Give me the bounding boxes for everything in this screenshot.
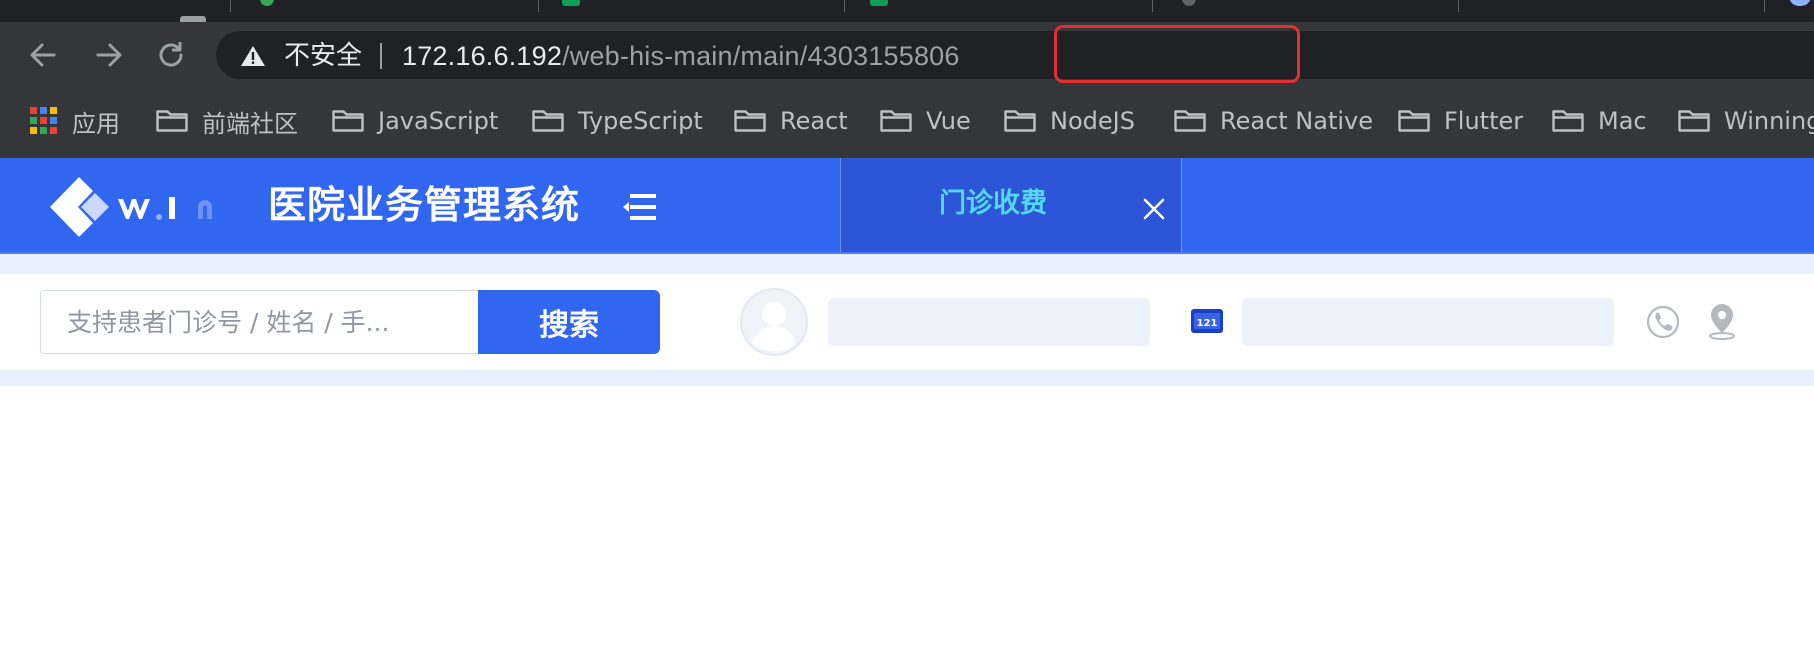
bookmark-folder[interactable]: NodeJS [1004, 105, 1135, 137]
folder-icon [1004, 110, 1036, 132]
tab-separator [1152, 0, 1153, 12]
arrow-right-icon [96, 43, 122, 67]
tab-separator [844, 0, 845, 12]
bookmark-label: JavaScript [378, 107, 499, 135]
bookmark-folder[interactable]: Winning [1678, 105, 1814, 137]
folder-icon [532, 110, 564, 132]
bookmarks-bar: 应用 前端社区 JavaScript TypeScript React Vue … [0, 88, 1814, 158]
folder-icon [1678, 110, 1710, 132]
url-path: /web-his-main/main/ [562, 41, 808, 71]
main-content-area [0, 386, 1814, 672]
search-button[interactable]: 搜索 [478, 290, 660, 354]
bookmark-folder[interactable]: JavaScript [332, 105, 498, 137]
bookmark-label: 前端社区 [202, 109, 298, 138]
bookmark-folder[interactable]: Flutter [1398, 105, 1523, 137]
bookmark-folder[interactable]: Vue [880, 105, 971, 137]
folder-icon [734, 110, 766, 132]
warning-icon[interactable] [240, 45, 266, 67]
location-pin-icon[interactable] [1706, 302, 1738, 340]
patient-card-field [1242, 298, 1614, 346]
bookmark-apps[interactable]: 应用 [30, 105, 120, 138]
tab-separator [538, 0, 539, 12]
bookmark-label: Vue [926, 107, 971, 135]
menu-fold-icon[interactable] [622, 192, 658, 222]
reload-icon [159, 42, 183, 67]
phone-icon[interactable] [1646, 304, 1680, 340]
apps-grid-icon [30, 107, 57, 134]
bookmark-label: NodeJS [1050, 107, 1135, 135]
tab-favicon[interactable] [1790, 0, 1810, 6]
tab-separator [1764, 0, 1765, 12]
tab-favicon[interactable] [562, 0, 580, 6]
tab-outpatient-charge[interactable]: 门诊收费 [840, 158, 1182, 254]
url-text[interactable]: 172.16.6.192/web-his-main/main/430315580… [402, 42, 960, 70]
folder-icon [156, 110, 188, 132]
folder-icon [1174, 110, 1206, 132]
bookmark-label: TypeScript [578, 107, 703, 135]
browser-toolbar: 不安全 172.16.6.192/web-his-main/main/43031… [0, 22, 1814, 88]
address-bar[interactable]: 不安全 172.16.6.192/web-his-main/main/43031… [216, 25, 1814, 83]
tab-separator [230, 0, 231, 12]
url-id-highlight-box [1054, 25, 1300, 83]
bookmark-label: React Native [1220, 107, 1374, 135]
folder-icon [332, 110, 364, 132]
tab-favicon[interactable] [260, 0, 274, 6]
tab-separator [1458, 0, 1459, 12]
win-logo-icon [50, 177, 212, 237]
folder-icon [1552, 110, 1584, 132]
tab-favicon[interactable] [870, 0, 888, 6]
close-icon[interactable] [1143, 198, 1165, 220]
card-icon-text: 121 [1197, 318, 1218, 329]
patient-bar: 搜索 121 [0, 274, 1814, 370]
patient-search-input[interactable] [40, 290, 480, 354]
bookmark-folder[interactable]: React [734, 105, 848, 137]
patient-name-field [828, 298, 1150, 346]
bookmark-label: Flutter [1444, 107, 1524, 135]
security-label[interactable]: 不安全 [284, 42, 362, 70]
bookmark-folder[interactable]: 前端社区 [156, 105, 298, 138]
bookmark-label: Winning [1724, 107, 1814, 135]
url-id: 4303155806 [807, 41, 960, 71]
id-card-icon: 121 [1191, 309, 1223, 333]
bookmark-label: Mac [1598, 107, 1647, 135]
back-button[interactable] [24, 36, 62, 74]
folder-icon [880, 110, 912, 132]
folder-icon [1398, 110, 1430, 132]
app-title: 医院业务管理系统 [268, 183, 581, 227]
reload-button[interactable] [152, 36, 190, 74]
bookmark-folder[interactable]: React Native [1174, 105, 1373, 137]
omnibox-divider [380, 43, 382, 69]
avatar-icon [740, 288, 808, 356]
bookmark-label: React [780, 107, 848, 135]
forward-button[interactable] [90, 36, 128, 74]
tab-label: 门诊收费 [939, 188, 1047, 219]
browser-tab-strip [0, 0, 1814, 22]
bookmark-label: 应用 [72, 109, 120, 138]
arrow-left-icon [30, 43, 56, 67]
app-header: 医院业务管理系统 门诊收费 [0, 158, 1814, 254]
tab-favicon[interactable] [1182, 0, 1196, 6]
bookmark-folder[interactable]: Mac [1552, 105, 1647, 137]
bookmark-folder[interactable]: TypeScript [532, 105, 703, 137]
url-host: 172.16.6.192 [402, 41, 563, 71]
